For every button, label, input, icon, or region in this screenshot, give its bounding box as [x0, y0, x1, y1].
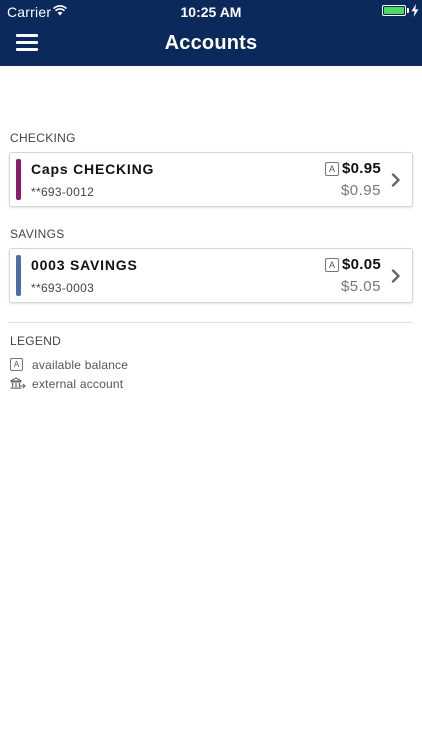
current-balance: $5.05 [340, 278, 381, 295]
legend-label: external account [32, 377, 124, 391]
account-name: Caps CHECKING [31, 161, 155, 177]
status-bar: Carrier 10:25 AM [0, 0, 422, 22]
page-title: Accounts [164, 32, 258, 54]
account-number: **693-0012 [31, 185, 95, 199]
account-number: **693-0003 [31, 281, 95, 295]
charging-bolt-icon [411, 4, 419, 17]
available-balance: $0.05 [341, 256, 381, 273]
battery-tip [407, 8, 409, 13]
account-color-bar [16, 255, 21, 296]
account-name: 0003 SAVINGS [31, 257, 138, 273]
available-balance-icon: A [325, 258, 339, 272]
section-label-checking: CHECKING [10, 131, 76, 145]
account-card-savings[interactable]: 0003 SAVINGS **693-0003 A $0.05 $5.05 [9, 248, 413, 303]
available-balance-icon: A [325, 162, 339, 176]
external-account-icon [10, 377, 26, 389]
hamburger-menu-icon[interactable] [16, 31, 40, 55]
account-color-bar [16, 159, 21, 200]
available-balance: $0.95 [341, 160, 381, 177]
nav-bar: Accounts [0, 22, 422, 66]
account-card-checking[interactable]: Caps CHECKING **693-0012 A $0.95 $0.95 [9, 152, 413, 207]
chevron-right-icon [391, 173, 400, 187]
battery-icon [382, 5, 406, 16]
chevron-right-icon [391, 269, 400, 283]
available-balance-icon: A [10, 358, 23, 371]
current-balance: $0.95 [340, 182, 381, 199]
legend-label: available balance [32, 358, 129, 372]
section-label-savings: SAVINGS [10, 227, 65, 241]
divider [9, 322, 413, 323]
legend-title: LEGEND [10, 334, 62, 348]
status-time: 10:25 AM [180, 4, 242, 20]
